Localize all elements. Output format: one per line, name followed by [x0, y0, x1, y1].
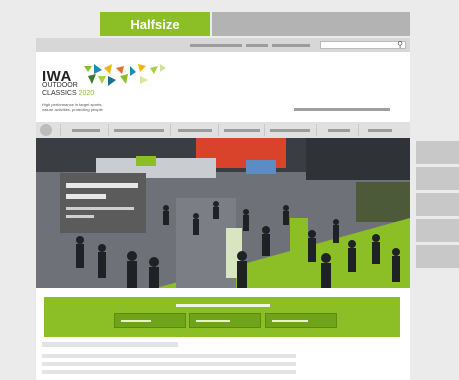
- website-preview: ⚲ IWA OUTDOOR CLASSICS 2020 High perform…: [36, 38, 410, 380]
- nav-divider: [108, 124, 109, 136]
- overlay-heading: [66, 183, 138, 188]
- site-header: IWA OUTDOOR CLASSICS 2020 High performan…: [36, 52, 410, 122]
- body-text-line: [42, 362, 296, 366]
- cta-button[interactable]: [114, 313, 186, 328]
- nav-item[interactable]: [328, 129, 350, 132]
- body-heading: [42, 342, 178, 347]
- utility-link[interactable]: [246, 44, 268, 47]
- tab-halfsize-label: Halfsize: [130, 16, 180, 32]
- utility-bar: ⚲: [36, 38, 410, 52]
- body-text-line: [42, 354, 296, 358]
- side-tab[interactable]: [416, 219, 459, 242]
- logo-pattern-icon: [84, 64, 166, 86]
- hero-overlay: [60, 173, 146, 233]
- nav-divider: [218, 124, 219, 136]
- body-text-line: [42, 370, 296, 374]
- nav-item[interactable]: [114, 129, 164, 132]
- nav-divider: [60, 124, 61, 136]
- nav-divider: [316, 124, 317, 136]
- side-tab[interactable]: [416, 141, 459, 164]
- cta-button[interactable]: [265, 313, 337, 328]
- side-tab[interactable]: [416, 245, 459, 268]
- header-link[interactable]: [294, 108, 390, 111]
- main-navigation: [36, 122, 410, 138]
- nav-item[interactable]: [72, 129, 100, 132]
- cta-button[interactable]: [189, 313, 261, 328]
- utility-link[interactable]: [272, 44, 310, 47]
- search-input[interactable]: ⚲: [320, 40, 406, 50]
- tab-halfsize[interactable]: Halfsize: [100, 12, 210, 36]
- nav-item[interactable]: [270, 129, 310, 132]
- nav-item[interactable]: [224, 129, 260, 132]
- side-tab[interactable]: [416, 167, 459, 190]
- nav-item[interactable]: [178, 129, 212, 132]
- nav-item[interactable]: [368, 129, 392, 132]
- cta-heading: [176, 304, 270, 307]
- search-icon[interactable]: ⚲: [397, 40, 403, 50]
- nav-divider: [358, 124, 359, 136]
- overlay-text: [66, 215, 94, 218]
- home-icon[interactable]: [40, 124, 52, 136]
- logo-tagline: High performance in target sports, natur…: [42, 102, 103, 112]
- logo-line2: CLASSICS: [42, 90, 77, 97]
- overlay-text: [66, 207, 134, 210]
- overlay-heading: [66, 194, 106, 199]
- utility-link[interactable]: [190, 44, 242, 47]
- nav-divider: [264, 124, 265, 136]
- nav-divider: [170, 124, 171, 136]
- tab-inactive[interactable]: [212, 12, 410, 36]
- side-tab[interactable]: [416, 193, 459, 216]
